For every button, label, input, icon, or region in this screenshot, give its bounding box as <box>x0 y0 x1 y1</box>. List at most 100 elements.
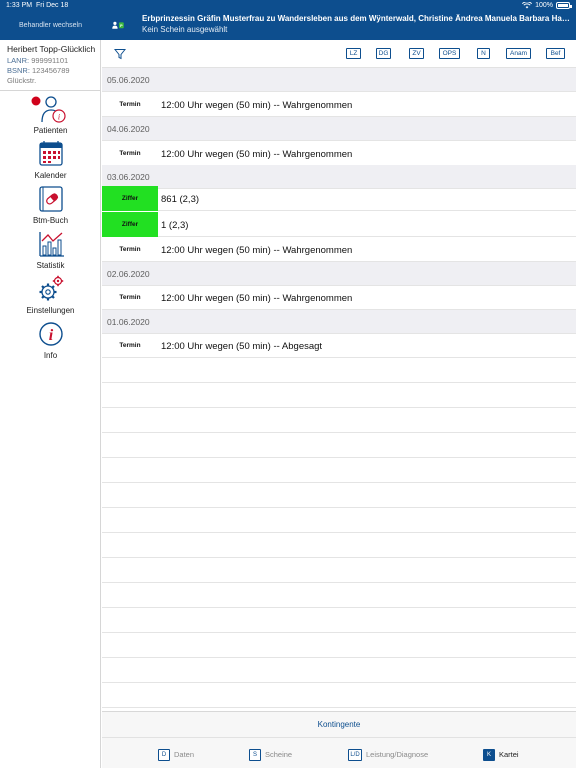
status-bar: 1:33 PM Fri Dec 18 100% <box>0 0 576 11</box>
entry-type-tag: Ziffer <box>102 212 158 237</box>
empty-row <box>102 583 576 608</box>
sidebar-item-label: Patienten <box>33 126 68 135</box>
empty-row <box>102 358 576 383</box>
empty-row <box>102 458 576 483</box>
tab-label: Leistung/Diagnose <box>366 750 429 759</box>
kontingente-button[interactable]: Kontingente <box>102 712 576 738</box>
wifi-icon <box>522 2 533 9</box>
filter-anam-button[interactable]: Anam <box>506 48 531 59</box>
tab-label: Scheine <box>265 750 293 759</box>
app-header: 1:33 PM Fri Dec 18 100% Behandler wechse… <box>0 0 576 40</box>
tab-label: Kartei <box>499 750 519 759</box>
tab-key: K <box>483 748 495 761</box>
sidebar-item-info[interactable]: i Info <box>0 319 101 363</box>
tab-leistung-diagnose[interactable]: L/D Leistung/Diagnose <box>348 748 428 761</box>
patients-icon: i <box>31 96 66 123</box>
tab-kartei[interactable]: K Kartei <box>483 748 519 761</box>
filter-dg-button[interactable]: DG <box>376 48 391 59</box>
filter-icon[interactable] <box>114 48 126 60</box>
list-item[interactable]: Termin 12:00 Uhr wegen (50 min) -- Wahrg… <box>102 237 576 262</box>
list-item[interactable]: Ziffer 1 (2,3) <box>102 212 576 237</box>
filter-zv-button[interactable]: ZV <box>409 48 424 59</box>
entry-type-tag: Termin <box>119 294 141 301</box>
patient-header[interactable]: P Erbprinzessin Gräfin Musterfrau zu Wan… <box>112 13 572 37</box>
lanr-value: 999991101 <box>31 56 69 65</box>
sidebar-item-patienten[interactable]: i Patienten <box>0 94 101 138</box>
sidebar: Heribert Topp-Glücklich LANR: 999991101 … <box>0 40 101 768</box>
bsnr-value: 123456789 <box>32 66 70 75</box>
sidebar-item-label: Info <box>43 351 58 360</box>
date-header-text: 03.06.2020 <box>107 172 150 182</box>
entry-text: 861 (2,3) <box>161 194 200 205</box>
info-icon: i <box>38 322 63 346</box>
list-item[interactable]: Termin 12:00 Uhr wegen (50 min) -- Wahrg… <box>102 141 576 166</box>
sidebar-item-btm-buch[interactable]: Btm-Buch <box>0 184 101 228</box>
footer: Kontingente D Daten S Scheine L/D Leistu… <box>102 711 576 768</box>
sidebar-item-einstellungen[interactable]: Einstellungen <box>0 274 101 318</box>
entry-type-tag: Termin <box>119 150 141 157</box>
date-header-text: 04.06.2020 <box>107 124 150 134</box>
date-header: 05.06.2020 <box>102 68 576 92</box>
practitioner-name: Heribert Topp-Glücklich <box>7 44 96 54</box>
tab-daten[interactable]: D Daten <box>158 748 194 761</box>
calendar-icon <box>38 141 63 166</box>
bsnr-label: BSNR: <box>7 66 30 75</box>
patient-avatar-icon: P <box>112 21 124 29</box>
empty-row <box>102 433 576 458</box>
entry-text: 12:00 Uhr wegen (50 min) -- Wahrgenommen <box>161 149 353 160</box>
btm-book-icon <box>38 186 63 212</box>
switch-practitioner-button[interactable]: Behandler wechseln <box>0 11 101 40</box>
list-item[interactable]: Ziffer 861 (2,3) <box>102 186 576 211</box>
battery-icon <box>556 2 572 9</box>
sidebar-item-label: Statistik <box>36 261 65 270</box>
empty-row <box>102 558 576 583</box>
status-time: 1:33 PM <box>6 2 33 9</box>
filter-bef-button[interactable]: Bef <box>546 48 565 59</box>
sidebar-item-statistik[interactable]: Statistik <box>0 229 101 273</box>
sidebar-item-label: Einstellungen <box>26 306 75 315</box>
filter-lz-button[interactable]: LZ <box>346 48 361 59</box>
list-item[interactable]: Termin 12:00 Uhr wegen (50 min) -- Abges… <box>102 333 576 358</box>
list-item[interactable]: Termin 12:00 Uhr wegen (50 min) -- Wahrg… <box>102 92 576 117</box>
entry-text: 12:00 Uhr wegen (50 min) -- Wahrgenommen <box>161 293 353 304</box>
empty-row <box>102 683 576 708</box>
date-header-text: 01.06.2020 <box>107 317 150 327</box>
record-list: 05.06.2020 Termin 12:00 Uhr wegen (50 mi… <box>102 68 576 710</box>
empty-row <box>102 408 576 433</box>
date-header: 01.06.2020 <box>102 310 576 334</box>
empty-row <box>102 608 576 633</box>
filter-ops-button[interactable]: OPS <box>439 48 460 59</box>
list-item[interactable]: Termin 12:00 Uhr wegen (50 min) -- Wahrg… <box>102 285 576 310</box>
settings-gears-icon <box>39 275 63 301</box>
date-header-text: 05.06.2020 <box>107 75 150 85</box>
battery-percent: 100% <box>535 2 553 9</box>
bsnr-line: BSNR: 123456789 <box>7 66 93 76</box>
empty-row <box>102 508 576 533</box>
date-header: 04.06.2020 <box>102 117 576 141</box>
empty-row <box>102 483 576 508</box>
entry-type-tag: Termin <box>119 101 141 108</box>
svg-text:i: i <box>48 327 53 344</box>
svg-text:i: i <box>57 113 59 122</box>
filter-n-button[interactable]: N <box>477 48 490 59</box>
entry-text: 1 (2,3) <box>161 220 189 231</box>
practitioner-info: Heribert Topp-Glücklich LANR: 999991101 … <box>0 40 100 91</box>
empty-row <box>102 533 576 558</box>
entry-type-tag: Termin <box>119 342 141 349</box>
entry-type-tag: Ziffer <box>102 186 158 211</box>
statistics-icon <box>38 232 64 257</box>
patient-name: Erbprinzessin Gräfin Musterfrau zu Wande… <box>142 14 572 23</box>
schein-status: Kein Schein ausgewählt <box>142 25 228 34</box>
tab-key: D <box>158 748 170 761</box>
empty-row <box>102 633 576 658</box>
entry-text: 12:00 Uhr wegen (50 min) -- Wahrgenommen <box>161 245 353 256</box>
sidebar-item-kalender[interactable]: Kalender <box>0 139 101 183</box>
entry-type-tag: Termin <box>119 246 141 253</box>
toolbar: LZ DG ZV OPS N Anam Bef <box>102 40 576 68</box>
lanr-label: LANR: <box>7 56 30 65</box>
tab-key: S <box>249 748 261 761</box>
tab-label: Daten <box>174 750 195 759</box>
tab-scheine[interactable]: S Scheine <box>249 748 292 761</box>
lanr-line: LANR: 999991101 <box>7 56 93 66</box>
empty-row <box>102 383 576 408</box>
